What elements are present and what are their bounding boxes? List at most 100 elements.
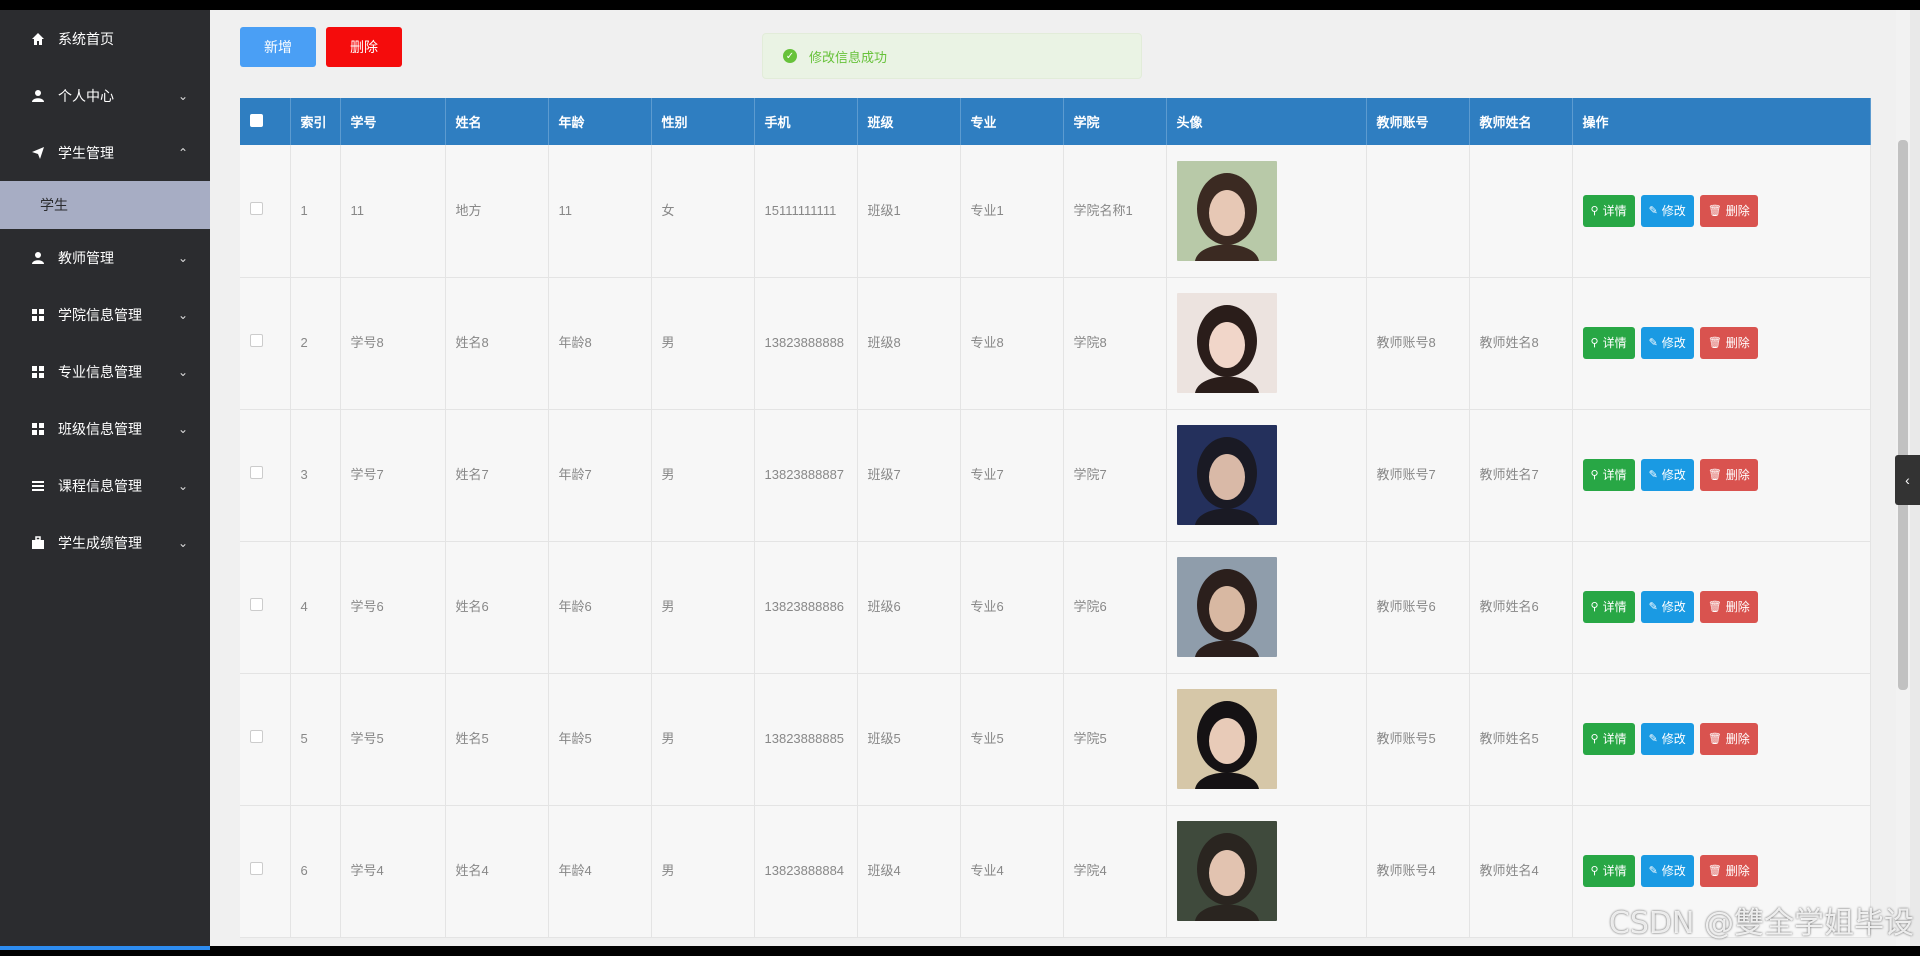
detail-button[interactable]: ⚲ 详情 <box>1582 591 1635 623</box>
row-checkbox[interactable] <box>250 730 263 743</box>
row-select-cell[interactable] <box>240 541 291 674</box>
delete-button[interactable]: 🗑 删除 <box>1699 327 1758 359</box>
search-icon: ⚲ <box>1590 204 1599 217</box>
pencil-icon: ✎ <box>1648 204 1658 217</box>
cell-avatar <box>1166 145 1367 278</box>
cell-index: 2 <box>290 277 341 410</box>
cell-actions: ⚲ 详情 ✎ 修改 🗑 删除 <box>1572 145 1871 278</box>
sidebar-item-class-info[interactable]: 班级信息管理 ⌄ <box>0 400 210 457</box>
sidebar: 系统首页 个人中心 ⌄ 学生管理 ⌃ 学生 教师管理 ⌄ 学院信息管理 ⌄ 专业… <box>0 10 210 946</box>
detail-label: 详情 <box>1602 468 1627 482</box>
chevron-down-icon: ⌄ <box>177 478 188 493</box>
cell-student-id: 学号6 <box>340 541 446 674</box>
detail-button[interactable]: ⚲ 详情 <box>1582 194 1635 227</box>
row-select-cell[interactable] <box>240 277 291 410</box>
main-content: 新增 删除 ✓ 修改信息成功 索引 学号 姓名 年龄 性别 手机 班级 专业 学… <box>210 10 1910 946</box>
cell-teacher-name: 教师姓名4 <box>1469 805 1573 938</box>
sidebar-item-course-info[interactable]: 课程信息管理 ⌄ <box>0 457 210 514</box>
detail-button[interactable]: ⚲ 详情 <box>1582 327 1635 359</box>
detail-button[interactable]: ⚲ 详情 <box>1582 723 1635 755</box>
add-button[interactable]: 新增 <box>240 27 316 67</box>
search-icon: ⚲ <box>1590 469 1599 481</box>
sidebar-item-label: 系统首页 <box>58 30 114 47</box>
sidebar-item-profile[interactable]: 个人中心 ⌄ <box>0 67 210 124</box>
sidebar-item-label: 学生成绩管理 <box>58 534 142 551</box>
trash-icon: 🗑 <box>1707 337 1722 349</box>
delete-button[interactable]: 🗑 删除 <box>1699 194 1758 227</box>
row-checkbox[interactable] <box>250 201 263 215</box>
cell-class: 班级6 <box>857 541 961 674</box>
cell-teacher-account <box>1366 145 1470 278</box>
sidebar-item-home[interactable]: 系统首页 <box>0 10 210 67</box>
row-select-cell[interactable] <box>240 805 291 938</box>
cell-phone: 15111111111 <box>754 145 858 278</box>
edit-button[interactable]: ✎ 修改 <box>1640 591 1694 623</box>
collapse-panel-button[interactable]: ‹ <box>1895 455 1920 505</box>
edit-button[interactable]: ✎ 修改 <box>1640 459 1694 491</box>
row-select-cell[interactable] <box>240 673 291 806</box>
cell-phone: 13823888887 <box>754 409 858 542</box>
cell-teacher-account: 教师账号5 <box>1366 673 1470 806</box>
delete-button[interactable]: 🗑 删除 <box>1699 855 1758 887</box>
cell-avatar <box>1166 409 1367 542</box>
cell-index: 5 <box>290 673 341 806</box>
cell-gender: 男 <box>651 805 755 938</box>
cell-index: 4 <box>290 541 341 674</box>
grid-icon <box>30 421 46 437</box>
delete-button[interactable]: 🗑 删除 <box>1699 723 1758 755</box>
sidebar-item-student-mgmt[interactable]: 学生管理 ⌃ <box>0 124 210 181</box>
cell-class: 班级1 <box>857 145 961 278</box>
cell-name: 姓名4 <box>445 805 549 938</box>
detail-label: 详情 <box>1602 732 1627 746</box>
chevron-down-icon: ⌄ <box>177 88 188 103</box>
cell-index: 3 <box>290 409 341 542</box>
row-checkbox[interactable] <box>250 598 263 611</box>
cell-teacher-account: 教师账号6 <box>1366 541 1470 674</box>
cell-student-id: 11 <box>340 145 446 278</box>
sidebar-item-major-info[interactable]: 专业信息管理 ⌄ <box>0 343 210 400</box>
cell-name: 姓名6 <box>445 541 549 674</box>
row-select-cell[interactable] <box>240 145 291 278</box>
select-all-cell[interactable] <box>240 98 291 145</box>
select-all-checkbox[interactable] <box>250 113 263 127</box>
sidebar-item-label: 教师管理 <box>58 249 114 266</box>
chevron-up-icon: ⌃ <box>177 145 188 160</box>
delete-button[interactable]: 🗑 删除 <box>1699 591 1758 623</box>
delete-label: 删除 <box>1725 336 1750 350</box>
edit-button[interactable]: ✎ 修改 <box>1640 723 1694 755</box>
sidebar-item-college-info[interactable]: 学院信息管理 ⌄ <box>0 286 210 343</box>
cell-student-id: 学号7 <box>340 409 446 542</box>
delete-button[interactable]: 🗑 删除 <box>1699 459 1758 491</box>
edit-button[interactable]: ✎ 修改 <box>1640 855 1694 887</box>
table-header-row: 索引 学号 姓名 年龄 性别 手机 班级 专业 学院 头像 教师账号 教师姓名 … <box>240 98 1871 145</box>
detail-label: 详情 <box>1602 336 1627 350</box>
edit-label: 修改 <box>1661 468 1686 482</box>
cell-age: 年龄7 <box>548 409 652 542</box>
sidebar-subitem-student[interactable]: 学生 <box>0 181 210 229</box>
cell-index: 1 <box>290 145 341 278</box>
edit-button[interactable]: ✎ 修改 <box>1640 327 1694 359</box>
chevron-down-icon: ⌄ <box>177 364 188 379</box>
cell-gender: 男 <box>651 277 755 410</box>
cell-age: 年龄8 <box>548 277 652 410</box>
row-checkbox[interactable] <box>250 862 263 875</box>
toast-message: 修改信息成功 <box>809 49 888 65</box>
chevron-down-icon: ⌄ <box>177 421 188 436</box>
row-checkbox[interactable] <box>250 334 263 347</box>
delete-label: 删除 <box>1725 600 1750 614</box>
batch-delete-button[interactable]: 删除 <box>326 27 402 67</box>
cell-class: 班级5 <box>857 673 961 806</box>
cell-name: 姓名5 <box>445 673 549 806</box>
chevron-down-icon: ⌄ <box>177 307 188 322</box>
edit-button[interactable]: ✎ 修改 <box>1640 194 1694 227</box>
sidebar-item-teacher-mgmt[interactable]: 教师管理 ⌄ <box>0 229 210 286</box>
search-icon: ⚲ <box>1590 865 1599 877</box>
detail-button[interactable]: ⚲ 详情 <box>1582 459 1635 491</box>
cell-teacher-account: 教师账号4 <box>1366 805 1470 938</box>
sidebar-item-score-mgmt[interactable]: 学生成绩管理 ⌄ <box>0 514 210 571</box>
row-select-cell[interactable] <box>240 409 291 542</box>
trash-icon: 🗑 <box>1707 469 1722 481</box>
scrollbar-thumb[interactable] <box>1898 140 1908 690</box>
detail-button[interactable]: ⚲ 详情 <box>1582 855 1635 887</box>
row-checkbox[interactable] <box>250 466 263 479</box>
